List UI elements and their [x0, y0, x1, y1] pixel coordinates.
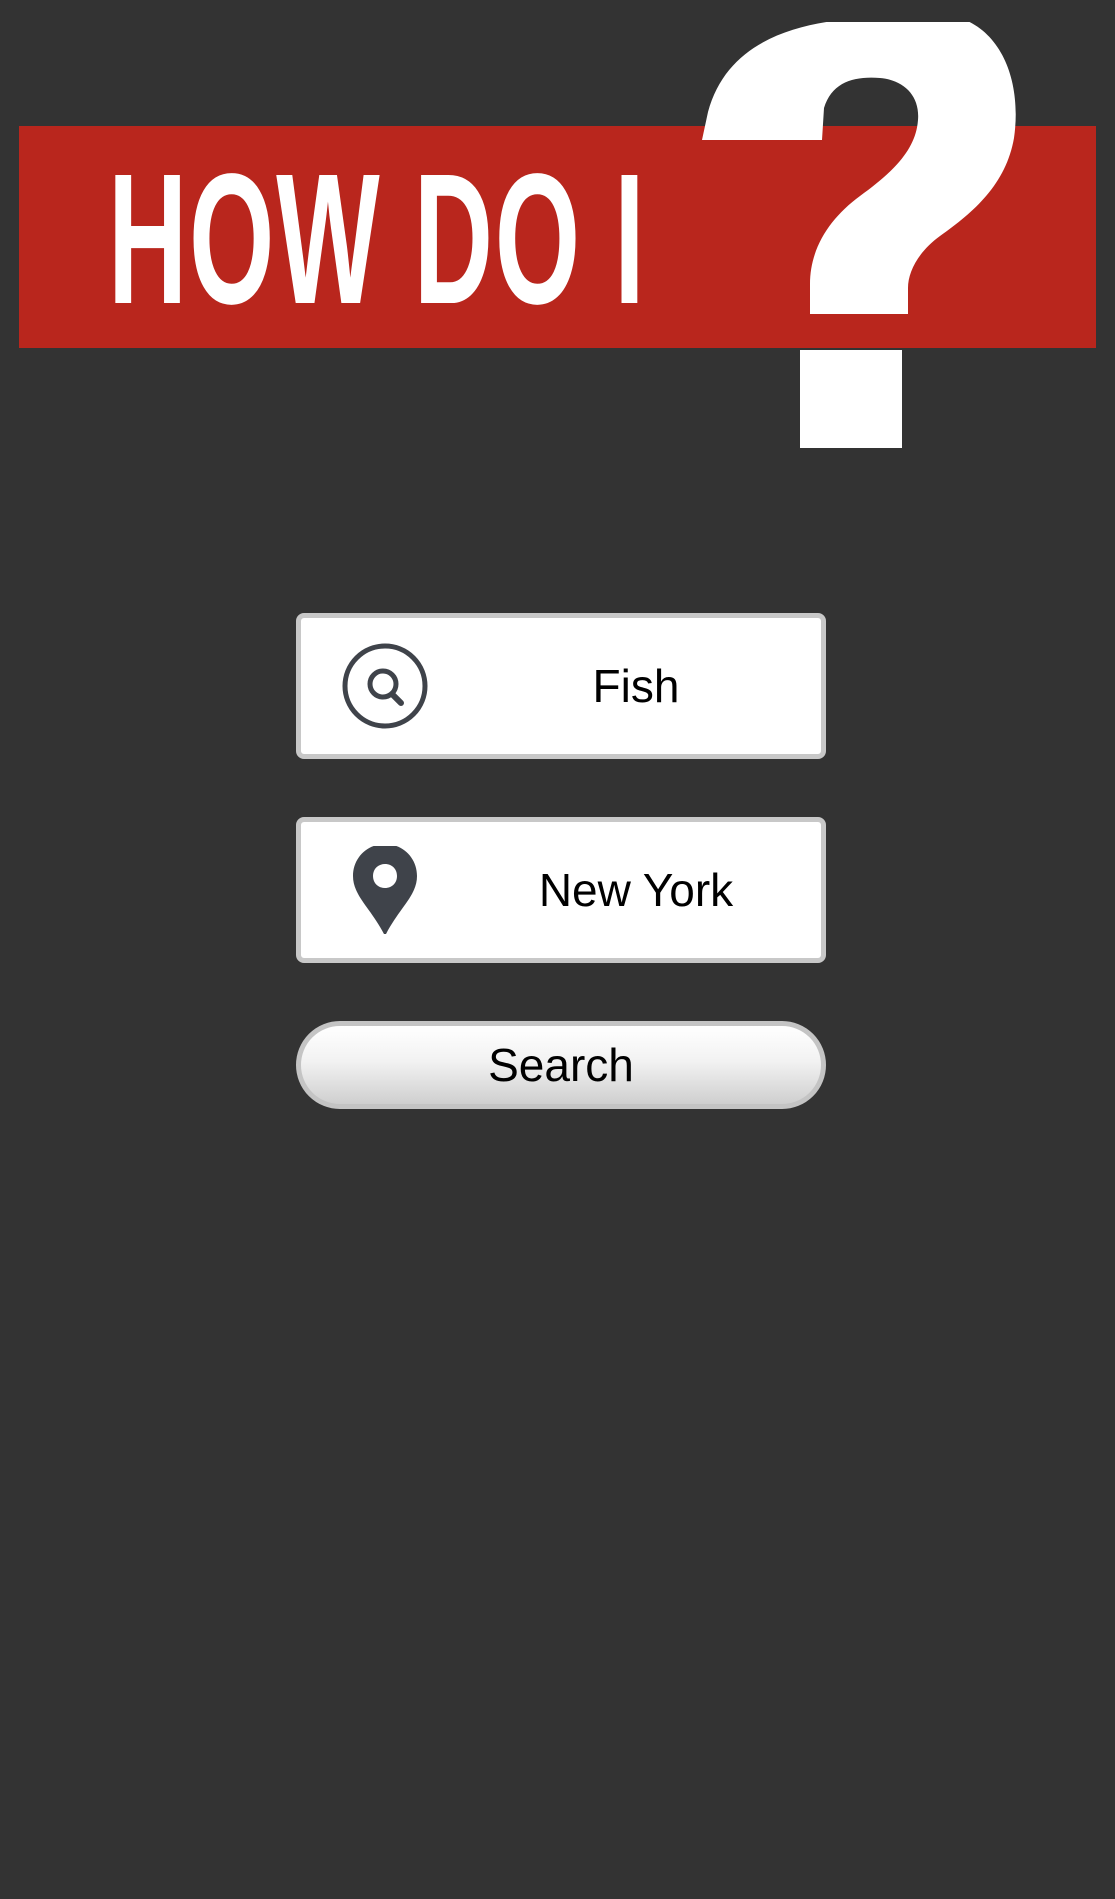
question-mark-icon — [702, 22, 1016, 448]
location-field[interactable]: New York — [296, 817, 826, 963]
search-query-value[interactable]: Fish — [451, 618, 821, 754]
map-pin-icon — [353, 846, 417, 934]
search-button[interactable]: Search — [296, 1021, 826, 1109]
search-query-field[interactable]: Fish — [296, 613, 826, 759]
page-title: HOW DO I — [108, 136, 647, 343]
search-icon — [342, 643, 428, 729]
location-value[interactable]: New York — [451, 822, 821, 958]
